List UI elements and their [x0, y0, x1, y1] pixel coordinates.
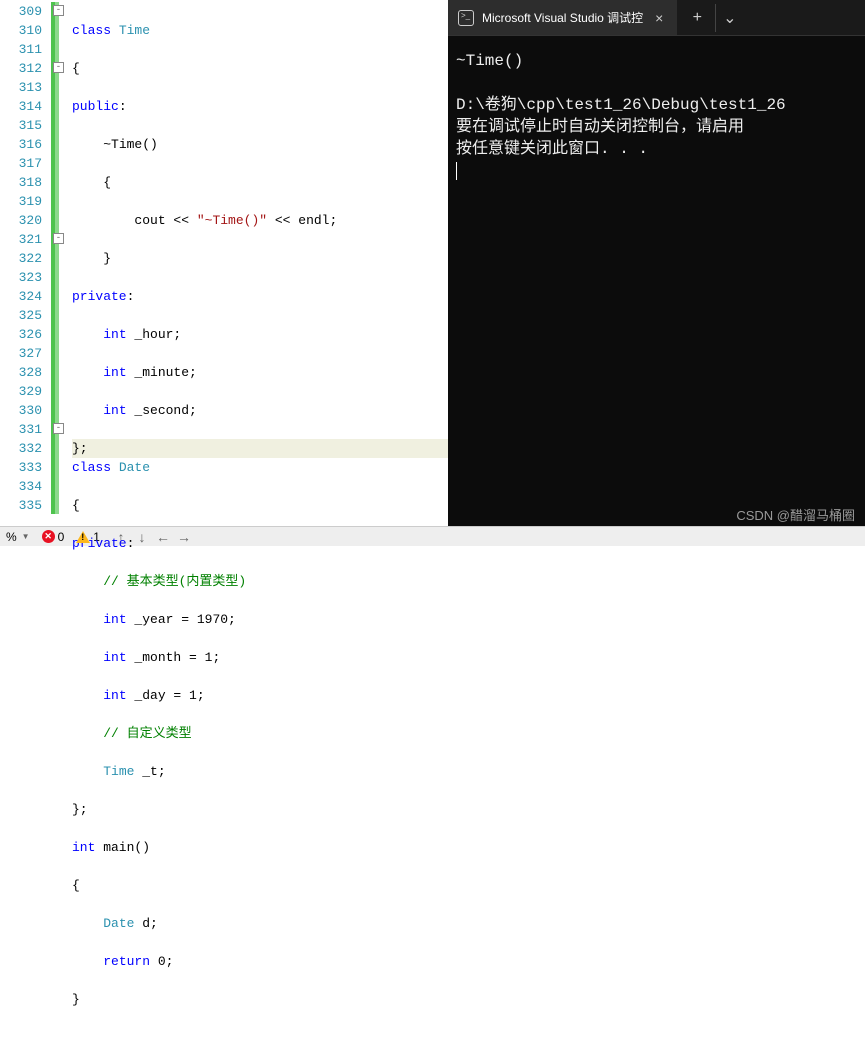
terminal-icon [458, 10, 474, 26]
fold-icon[interactable]: - [53, 62, 64, 73]
code-editor[interactable]: 3093103113123133143153163173183193203213… [0, 0, 448, 526]
line-gutter: 3093103113123133143153163173183193203213… [0, 0, 50, 526]
warning-icon [76, 531, 90, 543]
terminal-tab[interactable]: Microsoft Visual Studio 调试控 × [448, 0, 677, 35]
code-content[interactable]: class Time { public: ~Time() { cout << "… [68, 0, 448, 526]
fold-icon[interactable]: - [53, 5, 64, 16]
terminal-output[interactable]: ~Time() D:\卷狗\cpp\test1_26\Debug\test1_2… [448, 36, 865, 526]
tab-dropdown-button[interactable]: ⌄ [715, 4, 743, 32]
terminal-tab-title: Microsoft Visual Studio 调试控 [482, 9, 643, 26]
zoom-level[interactable]: %▼ [6, 530, 30, 544]
new-tab-button[interactable]: + [683, 4, 711, 32]
watermark: CSDN @醋溜马桶圈 [736, 505, 855, 524]
error-count[interactable]: ✕ 0 [42, 530, 65, 544]
error-icon: ✕ [42, 530, 55, 543]
marker-column: - - - - [50, 0, 68, 526]
fold-icon[interactable]: - [53, 423, 64, 434]
terminal-tabbar: Microsoft Visual Studio 调试控 × + ⌄ [448, 0, 865, 36]
fold-icon[interactable]: - [53, 233, 64, 244]
terminal-pane: Microsoft Visual Studio 调试控 × + ⌄ ~Time(… [448, 0, 865, 526]
close-icon[interactable]: × [651, 10, 667, 26]
